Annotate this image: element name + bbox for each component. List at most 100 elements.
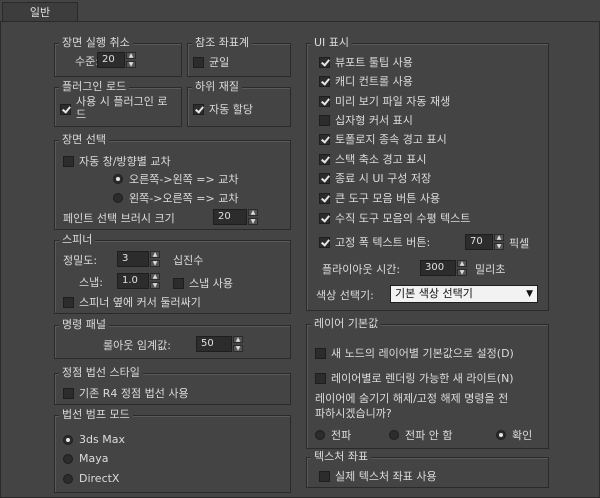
spin-up-icon[interactable]: ▲ — [150, 251, 160, 258]
large-toolbar-checkbox[interactable] — [319, 192, 330, 204]
auto-window-label: 자동 창/방향별 교차 — [79, 155, 171, 168]
precision-field[interactable]: 3 — [117, 251, 149, 267]
topology-warning-checkbox[interactable] — [319, 133, 330, 145]
paint-brush-spinner[interactable]: 20 ▲ ▼ — [213, 209, 258, 225]
propagate-prompt-line1: 레이어에 숨기기 해제/고정 해제 명령을 전 — [315, 392, 509, 405]
radio-right-left-row[interactable]: 오른쪽->왼쪽 => 교차 — [113, 171, 238, 187]
spin-down-icon[interactable]: ▼ — [248, 218, 258, 225]
bump-directx-radio[interactable] — [63, 473, 73, 484]
spin-down-icon[interactable]: ▼ — [233, 345, 243, 352]
spin-up-icon[interactable]: ▲ — [457, 260, 467, 267]
bump-3dsmax-row[interactable]: 3ds Max — [63, 433, 125, 446]
rollout-threshold-field[interactable]: 50 — [196, 336, 232, 352]
auto-window-checkbox[interactable] — [63, 155, 74, 167]
snap-use-checkbox[interactable] — [173, 277, 184, 289]
propagate-prompt-line2: 파하시겠습니까? — [315, 407, 392, 420]
tab-general[interactable]: 일반 — [2, 2, 78, 23]
radio-left-right-row[interactable]: 왼쪽->오른쪽 => 교차 — [113, 190, 238, 206]
layer-defaults-group: 레이어 기본값 새 노드의 레이어별 기본값으로 설정(D) 레이어별로 렌더링… — [306, 317, 549, 449]
viewport-tooltip-checkbox[interactable] — [319, 56, 330, 68]
real-texcoord-row[interactable]: 실제 텍스처 좌표 사용 — [319, 468, 437, 484]
ask-radio-row[interactable]: 확인 — [496, 427, 532, 443]
wrap-cursor-label: 스피너 옆에 커서 둘러싸기 — [79, 296, 201, 309]
spin-up-icon[interactable]: ▲ — [126, 52, 136, 59]
snap-use-row[interactable]: 스냅 사용 — [173, 275, 233, 291]
precision-spinner[interactable]: 3 ▲ ▼ — [117, 251, 160, 267]
spin-down-icon[interactable]: ▼ — [150, 260, 160, 267]
snap-label: 스냅: — [79, 276, 103, 289]
ask-radio[interactable] — [496, 430, 506, 440]
spin-down-icon[interactable]: ▼ — [457, 269, 467, 276]
ui-item-row[interactable]: 미리 보기 파일 자동 재생 — [319, 93, 450, 109]
propagate-radio-row[interactable]: 전파 — [315, 427, 351, 443]
ui-item-row[interactable]: 큰 도구 모음 버튼 사용 — [319, 190, 440, 206]
radio-left-right-label: 왼쪽->오른쪽 => 교차 — [129, 192, 239, 205]
auto-assign-row[interactable]: 자동 할당 — [193, 101, 253, 117]
snap-field[interactable]: 1.0 — [117, 273, 149, 289]
undo-level-spinner[interactable]: 20 ▲ ▼ — [97, 52, 136, 68]
paint-brush-field[interactable]: 20 — [213, 209, 247, 225]
spin-down-icon[interactable]: ▼ — [494, 243, 504, 250]
bump-directx-row[interactable]: DirectX — [63, 472, 119, 485]
uniform-checkbox-row[interactable]: 균일 — [193, 54, 229, 70]
bump-3dsmax-radio[interactable] — [63, 434, 73, 445]
flyout-time-spinner[interactable]: 300 ▲ ▼ — [420, 260, 467, 276]
propagate-radio[interactable] — [315, 430, 325, 440]
load-on-use-checkbox[interactable] — [60, 104, 71, 115]
spin-up-icon[interactable]: ▲ — [494, 234, 504, 241]
ui-item-row[interactable]: 토폴로지 종속 경고 표시 — [319, 131, 447, 147]
no-propagate-radio-row[interactable]: 전파 안 함 — [389, 427, 452, 443]
auto-assign-checkbox[interactable] — [193, 103, 204, 115]
legacy-normal-checkbox[interactable] — [63, 387, 74, 399]
fixed-width-spinner[interactable]: 70 ▲ ▼ — [465, 234, 504, 250]
real-texcoord-checkbox[interactable] — [319, 470, 330, 482]
fixed-width-field[interactable]: 70 — [465, 234, 493, 250]
save-ui-config-checkbox[interactable] — [319, 172, 330, 184]
snap-spinner[interactable]: 1.0 ▲ ▼ — [117, 273, 160, 289]
ui-item-row[interactable]: 십자형 커서 표시 — [319, 112, 413, 128]
layer-light-row[interactable]: 레이어별로 렌더링 가능한 새 라이트(N) — [315, 370, 514, 386]
spin-down-icon[interactable]: ▼ — [126, 61, 136, 68]
spin-down-icon[interactable]: ▼ — [150, 282, 160, 289]
autoplay-preview-checkbox[interactable] — [319, 95, 330, 107]
spin-up-icon[interactable]: ▲ — [150, 273, 160, 280]
layer-default-row[interactable]: 새 노드의 레이어별 기본값으로 설정(D) — [315, 345, 514, 361]
normal-bump-title: 법선 범프 모드 — [59, 408, 133, 422]
fixed-width-row[interactable]: 고정 폭 텍스트 버튼: — [319, 234, 430, 250]
crosshair-cursor-checkbox[interactable] — [319, 114, 330, 126]
vertex-normal-title: 정점 법선 스타일 — [59, 366, 143, 380]
scene-selection-title: 장면 선택 — [59, 133, 109, 147]
ui-item-row[interactable]: 스택 축소 경고 표시 — [319, 151, 426, 167]
ui-display-title: UI 표시 — [311, 36, 353, 50]
flyout-time-field[interactable]: 300 — [420, 260, 456, 276]
color-picker-label: 색상 선택기: — [316, 289, 374, 302]
undo-level-field[interactable]: 20 — [97, 52, 125, 68]
fixed-width-checkbox[interactable] — [319, 236, 330, 248]
legacy-normal-row[interactable]: 기존 R4 정점 법선 사용 — [63, 385, 189, 401]
layer-default-checkbox[interactable] — [315, 347, 326, 359]
rollout-threshold-spinner[interactable]: 50 ▲ ▼ — [196, 336, 243, 352]
ui-item-row[interactable]: 뷰포트 툴팁 사용 — [319, 54, 413, 70]
color-picker-select[interactable]: 기본 색상 선택기 ▼ — [390, 285, 538, 303]
flyout-time-label: 플라이아웃 시간: — [322, 263, 401, 276]
wrap-cursor-row[interactable]: 스피너 옆에 커서 둘러싸기 — [63, 294, 201, 310]
caddy-control-checkbox[interactable] — [319, 75, 330, 87]
radio-left-right[interactable] — [113, 193, 123, 203]
wrap-cursor-checkbox[interactable] — [63, 296, 74, 308]
radio-right-left[interactable] — [113, 174, 123, 184]
bump-maya-radio[interactable] — [63, 453, 73, 464]
ui-item-row[interactable]: 수직 도구 모음의 수평 텍스트 — [319, 210, 470, 226]
horizontal-text-checkbox[interactable] — [319, 212, 330, 224]
layer-light-checkbox[interactable] — [315, 372, 326, 384]
bump-maya-row[interactable]: Maya — [63, 452, 108, 465]
spin-up-icon[interactable]: ▲ — [248, 209, 258, 216]
normal-bump-group: 법선 범프 모드 3ds Max Maya DirectX — [54, 408, 291, 493]
auto-window-row[interactable]: 자동 창/방향별 교차 — [63, 153, 171, 169]
stack-collapse-checkbox[interactable] — [319, 153, 330, 165]
load-on-use-row[interactable]: 사용 시 플러그인 로드 — [60, 95, 176, 121]
ui-item-row[interactable]: 종료 시 UI 구성 저장 — [319, 170, 431, 186]
spin-up-icon[interactable]: ▲ — [233, 336, 243, 343]
no-propagate-radio[interactable] — [389, 430, 399, 440]
ui-item-row[interactable]: 캐디 컨트롤 사용 — [319, 73, 413, 89]
uniform-checkbox[interactable] — [193, 56, 204, 68]
